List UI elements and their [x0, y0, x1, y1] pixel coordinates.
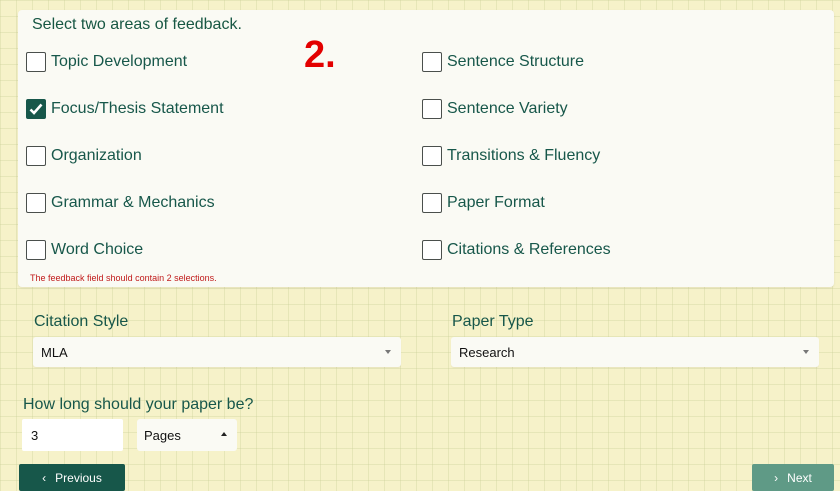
checkbox-label: Transitions & Fluency — [447, 147, 601, 164]
checkbox-icon[interactable] — [422, 52, 442, 72]
chevron-up-icon — [221, 432, 227, 436]
checkbox-topic-development[interactable]: Topic Development — [26, 50, 187, 74]
next-label: Next — [787, 470, 812, 485]
unit-value: Pages — [144, 427, 181, 443]
checkbox-icon[interactable] — [26, 146, 46, 166]
checkbox-focus-thesis-statement[interactable]: Focus/Thesis Statement — [26, 97, 224, 121]
checkbox-label: Paper Format — [447, 194, 545, 211]
checkbox-icon[interactable] — [26, 52, 46, 72]
checkbox-icon[interactable] — [26, 193, 46, 213]
feedback-card: Select two areas of feedback. 2. Topic D… — [18, 10, 834, 287]
checkbox-grammar-mechanics[interactable]: Grammar & Mechanics — [26, 191, 215, 215]
checkbox-label: Sentence Structure — [447, 53, 584, 70]
citation-style-value: MLA — [41, 344, 68, 360]
next-button[interactable]: › Next — [752, 464, 834, 491]
checkbox-citations-references[interactable]: Citations & References — [422, 238, 611, 262]
previous-button[interactable]: ‹ Previous — [19, 464, 125, 491]
citation-style-select[interactable]: MLA — [33, 337, 401, 367]
checkbox-label: Grammar & Mechanics — [51, 194, 215, 211]
checkbox-label: Citations & References — [447, 241, 611, 258]
chevron-down-icon — [385, 350, 391, 354]
paper-length-unit-select[interactable]: Pages — [137, 419, 237, 451]
paper-type-label: Paper Type — [452, 313, 534, 330]
previous-label: Previous — [55, 470, 102, 485]
checkbox-organization[interactable]: Organization — [26, 144, 142, 168]
checkbox-icon[interactable] — [422, 99, 442, 119]
paper-type-select[interactable]: Research — [451, 337, 819, 367]
checkbox-sentence-structure[interactable]: Sentence Structure — [422, 50, 584, 74]
chevron-left-icon: ‹ — [42, 470, 47, 485]
checkbox-word-choice[interactable]: Word Choice — [26, 238, 143, 262]
paper-type-value: Research — [459, 344, 515, 360]
chevron-down-icon — [803, 350, 809, 354]
checkbox-icon[interactable] — [422, 193, 442, 213]
checkbox-label: Word Choice — [51, 241, 144, 258]
checkbox-paper-format[interactable]: Paper Format — [422, 191, 545, 215]
citation-style-label: Citation Style — [34, 313, 129, 330]
checkbox-icon[interactable] — [422, 240, 442, 260]
feedback-heading: Select two areas of feedback. — [32, 16, 242, 33]
feedback-error-message: The feedback field should contain 2 sele… — [30, 273, 217, 283]
paper-length-input[interactable]: 3 — [22, 419, 123, 451]
checkbox-label: Organization — [51, 147, 142, 164]
checkbox-transitions-fluency[interactable]: Transitions & Fluency — [422, 144, 600, 168]
checkbox-icon[interactable] — [26, 240, 46, 260]
checkbox-label: Topic Development — [51, 53, 188, 70]
step-number: 2. — [304, 34, 336, 76]
paper-length-label: How long should your paper be? — [23, 396, 254, 413]
checkbox-checked-icon[interactable] — [26, 99, 46, 119]
checkbox-label: Sentence Variety — [447, 100, 568, 117]
chevron-right-icon: › — [774, 470, 779, 485]
checkbox-sentence-variety[interactable]: Sentence Variety — [422, 97, 568, 121]
checkbox-icon[interactable] — [422, 146, 442, 166]
checkbox-label: Focus/Thesis Statement — [51, 100, 224, 117]
